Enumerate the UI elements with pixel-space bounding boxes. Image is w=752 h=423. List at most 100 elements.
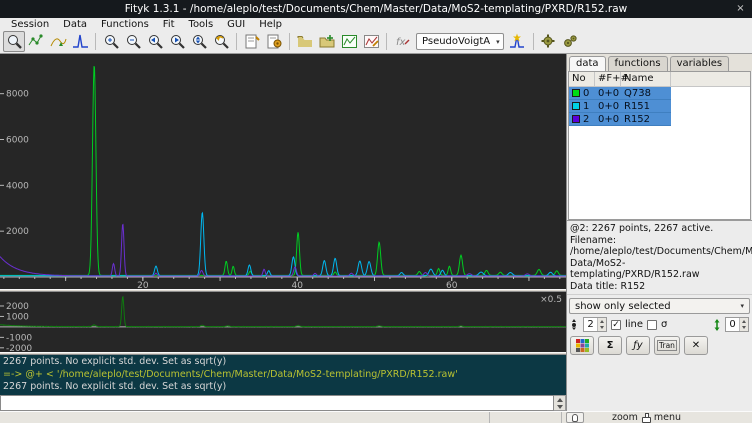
tab-functions[interactable]: functions — [608, 56, 668, 71]
edit-script-button[interactable] — [241, 31, 263, 52]
svg-text:20: 20 — [137, 281, 149, 289]
shift-stepper[interactable]: 0 — [725, 317, 749, 332]
sum-button[interactable]: Σ — [598, 336, 622, 355]
zoom-right-button[interactable] — [166, 31, 188, 52]
mouse-mode-button[interactable] — [566, 412, 584, 423]
close-icon: ✕ — [692, 340, 700, 351]
export-plot-button[interactable] — [338, 31, 360, 52]
baseline-curve-icon — [50, 33, 67, 50]
svg-text:fx: fx — [396, 37, 406, 48]
filter-value: show only selected — [575, 301, 671, 312]
dataset-fcount: 0+0 — [595, 87, 621, 99]
add-function-icon — [509, 33, 526, 50]
peak-icon — [72, 33, 89, 50]
sigma-checkbox[interactable] — [647, 320, 657, 330]
open-data-button[interactable] — [294, 31, 316, 52]
point-size-icon — [570, 319, 579, 330]
dataset-name: R151 — [621, 100, 671, 112]
right-click-hint: menu — [654, 412, 681, 423]
menu-data[interactable]: Data — [56, 19, 94, 30]
toolbar-separator — [533, 33, 534, 50]
svg-text:8000: 8000 — [6, 90, 29, 100]
line-checkbox[interactable]: ✓ — [611, 320, 621, 330]
aux-plot[interactable]: 20001000 -1000-2000 ×0.5 — [0, 292, 566, 352]
info-line: Filename: /home/aleplo/test/Documents/Ch… — [570, 235, 749, 258]
stepper-down-icon[interactable] — [740, 325, 748, 332]
toolbar: fx PseudoVoigtA ▾ — [0, 30, 752, 54]
run-script-button[interactable] — [263, 31, 285, 52]
line-checkbox-label: line — [625, 319, 643, 330]
zoom-left-icon — [147, 33, 164, 50]
menu-session[interactable]: Session — [4, 19, 56, 30]
point-size-stepper[interactable]: 2 — [583, 317, 607, 332]
colors-button[interactable] — [570, 336, 594, 355]
table-row[interactable]: 0 0+0 Q738 — [569, 87, 671, 100]
main-plot[interactable]: 2040602000400060008000 — [0, 54, 566, 289]
menu-tools[interactable]: Tools — [182, 19, 221, 30]
menu-gui[interactable]: GUI — [220, 19, 252, 30]
tab-data[interactable]: data — [569, 56, 606, 71]
dataset-no: 1 — [583, 101, 589, 112]
run-fit-button[interactable] — [538, 31, 560, 52]
stepper-down-icon[interactable] — [598, 325, 606, 332]
zoom-vertical-icon — [191, 33, 208, 50]
svg-text:4000: 4000 — [6, 181, 29, 191]
plot-image-icon — [341, 33, 358, 50]
menu-functions[interactable]: Functions — [94, 19, 156, 30]
toolbar-separator — [386, 33, 387, 50]
dataset-no: 2 — [583, 114, 589, 125]
info-line: @2: 2267 points, 2267 active. — [570, 223, 749, 235]
menubar: Session Data Functions Fit Tools GUI Hel… — [0, 18, 752, 30]
svg-text:-2000: -2000 — [6, 344, 32, 352]
scroll-up-icon[interactable] — [554, 396, 565, 403]
svg-text:1000: 1000 — [6, 312, 29, 322]
toolbar-separator — [289, 33, 290, 50]
data-range-mode-button[interactable] — [25, 31, 47, 52]
zoom-left-button[interactable] — [144, 31, 166, 52]
zoom-in-button[interactable] — [100, 31, 122, 52]
add-peak-mode-button[interactable] — [69, 31, 91, 52]
close-window-icon[interactable]: × — [734, 2, 747, 15]
dataset-info: @2: 2267 points, 2267 active. Filename: … — [567, 220, 752, 295]
function-type-dropdown[interactable]: PseudoVoigtA ▾ — [416, 33, 504, 50]
zoom-previous-button[interactable] — [210, 31, 232, 52]
svg-text:-1000: -1000 — [6, 333, 32, 343]
fit-settings-button[interactable] — [560, 31, 582, 52]
table-row[interactable]: 2 0+0 R152 — [569, 113, 671, 126]
table-row[interactable]: 1 0+0 R151 — [569, 100, 671, 113]
run-fit-gear-icon — [540, 33, 557, 50]
svg-text:2000: 2000 — [6, 302, 29, 312]
tab-variables[interactable]: variables — [670, 56, 730, 71]
column-header-no[interactable]: No — [569, 72, 595, 86]
svg-text:60: 60 — [446, 281, 458, 289]
svg-text:×0.5: ×0.5 — [540, 295, 562, 305]
delete-button[interactable]: ✕ — [684, 336, 708, 355]
background-mode-button[interactable] — [47, 31, 69, 52]
toolbar-separator — [236, 33, 237, 50]
transform-button[interactable]: Tran — [654, 336, 680, 355]
dataset-name: R152 — [621, 113, 671, 125]
data-editor-button[interactable] — [360, 31, 382, 52]
info-line: Data/MoS2-templating/PXRD/R152.raw — [570, 258, 749, 281]
add-function-button[interactable] — [507, 31, 529, 52]
input-history-scroll[interactable] — [554, 395, 566, 411]
append-data-button[interactable] — [316, 31, 338, 52]
zoom-out-button[interactable] — [122, 31, 144, 52]
zoom-vertical-button[interactable] — [188, 31, 210, 52]
shift-icon — [713, 319, 721, 331]
fy-transform-button[interactable]: ƒy — [626, 336, 650, 355]
console-command-line: =-> @+ < '/home/aleplo/test/Documents/Ch… — [3, 369, 563, 382]
command-input[interactable] — [0, 395, 554, 411]
sigma-icon: Σ — [607, 340, 614, 351]
menu-fit[interactable]: Fit — [156, 19, 182, 30]
filter-dropdown[interactable]: show only selected ▾ — [569, 298, 750, 314]
scroll-down-icon[interactable] — [554, 403, 565, 410]
fy-icon: ƒy — [633, 340, 642, 351]
menu-help[interactable]: Help — [252, 19, 289, 30]
column-header-f[interactable]: #F+# — [595, 72, 621, 86]
zoom-mode-button[interactable] — [3, 31, 25, 52]
column-header-name[interactable]: Name — [621, 72, 671, 86]
dataset-fcount: 0+0 — [595, 113, 621, 125]
left-click-hint: zoom — [612, 412, 638, 423]
auto-add-button[interactable]: fx — [391, 31, 413, 52]
